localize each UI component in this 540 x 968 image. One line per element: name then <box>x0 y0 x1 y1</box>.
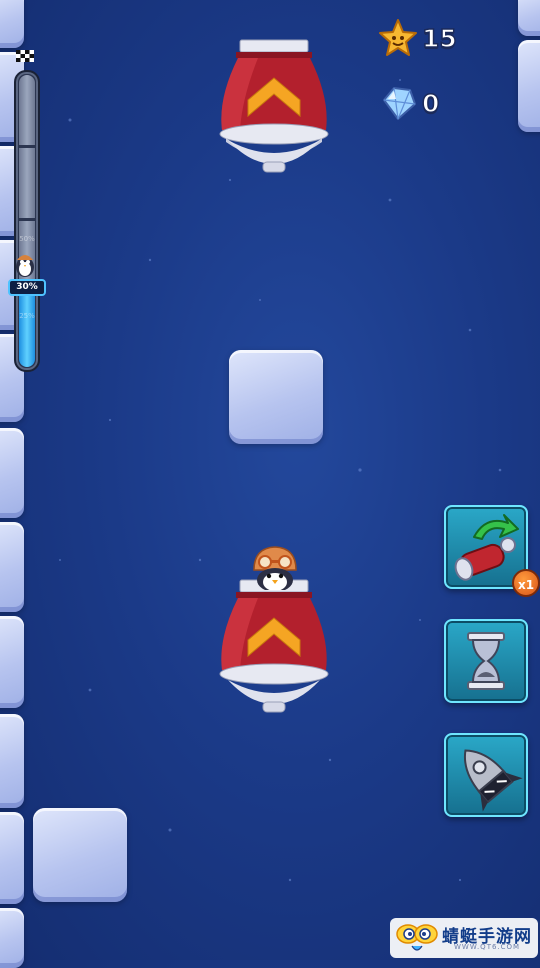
ice-block <box>229 350 323 444</box>
checkered-flag-icon <box>16 50 34 62</box>
diamond-icon <box>383 87 416 120</box>
watermark-url: WWW.QT6.COM <box>454 943 521 951</box>
hourglass-powerup-button[interactable] <box>444 619 528 703</box>
barrel-cannon-with-penguin[interactable] <box>218 578 330 718</box>
hourglass-icon <box>467 632 505 690</box>
right-ice-wall <box>518 0 540 140</box>
stars-counter: 15 <box>378 18 458 58</box>
powerup-count-badge: x1 <box>512 569 540 597</box>
barrel-cannon-top[interactable] <box>218 38 330 178</box>
rocket-powerup-button[interactable] <box>444 733 528 817</box>
gems-count: 0 <box>421 88 440 119</box>
rocket-icon <box>463 749 523 812</box>
gems-counter: 0 <box>380 84 440 122</box>
progress-tick-lower: 25% <box>19 312 35 320</box>
ice-block <box>33 808 127 902</box>
penguin-pilot-icon <box>253 546 297 590</box>
progress-tick-upper: 50% <box>19 235 35 243</box>
level-progress-bar: 50% 25% <box>14 70 40 372</box>
stars-count: 15 <box>421 23 457 54</box>
penguin-marker-icon <box>16 255 34 277</box>
star-icon <box>379 19 417 56</box>
progress-percent-badge: 30% <box>8 279 46 296</box>
dragonfly-logo-icon <box>396 924 438 951</box>
site-watermark-logo: 蜻蜓手游网 WWW.QT6.COM <box>390 918 538 958</box>
